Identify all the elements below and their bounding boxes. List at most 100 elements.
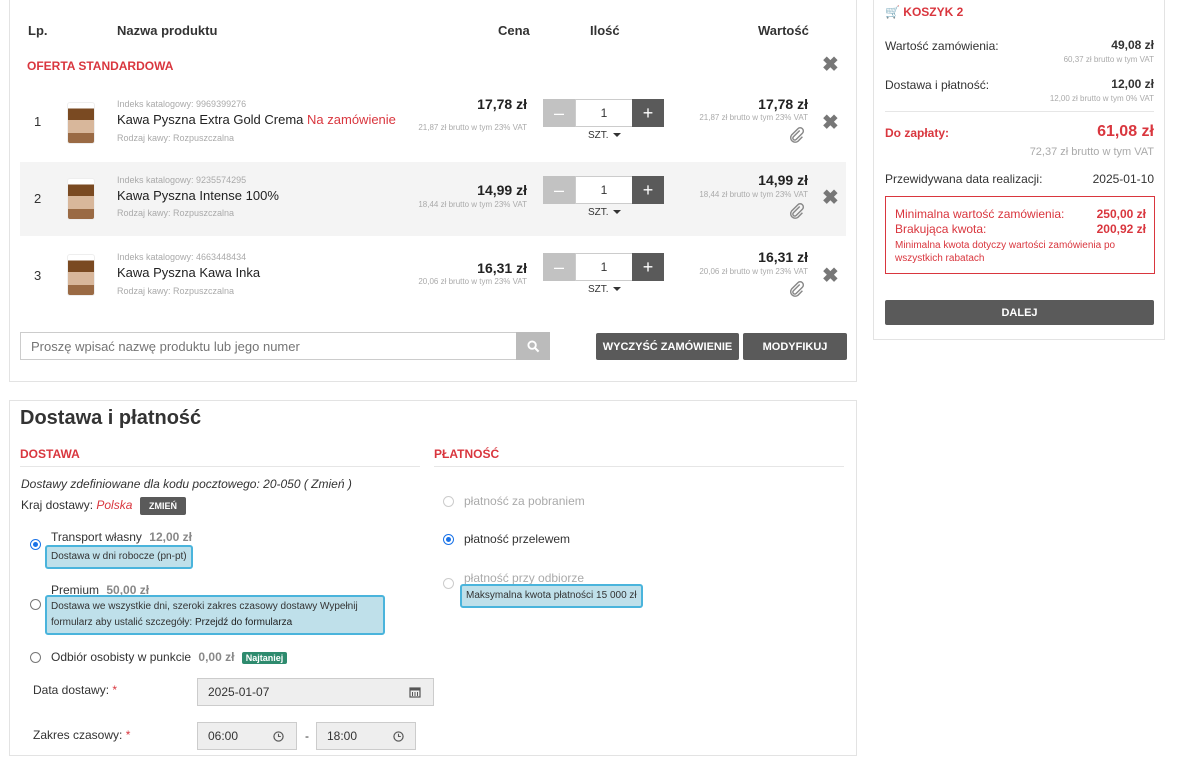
- delivery-cost-vat: 12,00 zł brutto w tym 0% VAT: [1049, 94, 1154, 103]
- unit-label[interactable]: SZT.: [588, 284, 609, 295]
- payment-option-cod[interactable]: płatność za pobraniem: [464, 494, 585, 508]
- row-value-vat: 21,87 zł brutto w tym 23% VAT: [699, 113, 808, 122]
- remove-item-icon[interactable]: ✖: [822, 266, 839, 286]
- remove-item-icon[interactable]: ✖: [822, 113, 839, 133]
- qty-decrease-button[interactable]: –: [543, 176, 575, 204]
- unit-select[interactable]: SZT.: [588, 130, 621, 141]
- delivery-cost-label: Dostawa i płatność:: [885, 78, 990, 92]
- cart-title-text: KOSZYK 2: [903, 5, 964, 19]
- delivery-title: Dostawa i płatność: [20, 407, 202, 429]
- col-header-price: Cena: [498, 23, 530, 38]
- row-value-vat: 18,44 zł brutto w tym 23% VAT: [699, 190, 808, 199]
- product-name[interactable]: Kawa Pyszna Kawa Inka: [117, 265, 260, 280]
- min-order-value: 250,00 zł: [1096, 207, 1146, 221]
- delivery-option-own-transport[interactable]: Transport własny 12,00 zł: [51, 530, 192, 544]
- option-name[interactable]: Transport własny: [51, 530, 142, 544]
- product-name-text[interactable]: Kawa Pyszna Extra Gold Crema: [117, 112, 303, 127]
- table-row: 1 Indeks katalogowy: 9969399276 Kawa Pys…: [20, 86, 846, 160]
- option-description: Dostawa w dni robocze (pn-pt): [45, 545, 193, 569]
- country-label: Kraj dostawy:: [21, 498, 94, 512]
- search-button[interactable]: [516, 332, 550, 360]
- col-header-name: Nazwa produktu: [117, 23, 218, 38]
- unit-select[interactable]: SZT.: [588, 207, 621, 218]
- cart-icon: 🛒: [885, 5, 900, 19]
- payment-radio-transfer[interactable]: [443, 534, 454, 545]
- required-mark: *: [125, 728, 131, 742]
- unit-select[interactable]: SZT.: [588, 284, 621, 295]
- next-button[interactable]: DALEJ: [885, 300, 1154, 325]
- form-link[interactable]: Przejdź do formularza: [195, 617, 292, 628]
- row-lp: 3: [34, 268, 42, 283]
- topay-value: 61,08 zł: [1097, 123, 1154, 140]
- product-image[interactable]: [67, 102, 95, 144]
- unit-price-vat: 20,06 zł brutto w tym 23% VAT: [418, 277, 527, 286]
- product-image[interactable]: [67, 178, 95, 220]
- clock-icon[interactable]: [273, 731, 284, 742]
- delivery-cost-value: 12,00 zł: [1111, 77, 1154, 91]
- delivery-radio-pickup[interactable]: [30, 652, 41, 663]
- unit-price: 14,99 zł: [477, 182, 527, 198]
- qty-input[interactable]: 1: [575, 253, 633, 281]
- product-name[interactable]: Kawa Pyszna Intense 100%: [117, 188, 279, 203]
- qty-input[interactable]: 1: [575, 176, 633, 204]
- clear-order-button[interactable]: WYCZYŚĆ ZAMÓWIENIE: [596, 333, 739, 360]
- chevron-down-icon: [612, 287, 621, 292]
- product-name[interactable]: Kawa Pyszna Extra Gold Crema Na zamówien…: [117, 112, 396, 127]
- divider: [20, 466, 420, 467]
- paperclip-icon[interactable]: [788, 280, 806, 298]
- unit-label[interactable]: SZT.: [588, 207, 609, 218]
- row-value-vat: 20,06 zł brutto w tym 23% VAT: [699, 267, 808, 276]
- change-country-button[interactable]: ZMIEŃ: [140, 497, 186, 515]
- qty-input[interactable]: 1: [575, 99, 633, 127]
- topay-vat: 72,37 zł brutto w tym VAT: [1029, 146, 1154, 158]
- remove-section-icon[interactable]: ✖: [822, 55, 839, 75]
- order-panel: Lp. Nazwa produktu Cena Ilość Wartość OF…: [9, 0, 857, 382]
- paperclip-icon[interactable]: [788, 126, 806, 144]
- calendar-icon[interactable]: [409, 686, 421, 698]
- country-line: Kraj dostawy: Polska: [21, 498, 132, 512]
- col-header-lp: Lp.: [28, 23, 48, 38]
- section-title: OFERTA STANDARDOWA: [27, 59, 174, 73]
- row-value: 17,78 zł: [758, 96, 808, 112]
- remove-item-icon[interactable]: ✖: [822, 188, 839, 208]
- modify-button[interactable]: MODYFIKUJ: [743, 333, 847, 360]
- option-description: Dostawa we wszystkie dni, szeroki zakres…: [45, 595, 385, 635]
- payment-section-title: PŁATNOŚĆ: [434, 447, 500, 461]
- realization-date: 2025-01-10: [1092, 172, 1154, 186]
- order-value: 49,08 zł: [1111, 38, 1154, 52]
- qty-decrease-button[interactable]: –: [543, 99, 575, 127]
- divider: [434, 466, 844, 467]
- product-index: Indeks katalogowy: 9235574295: [117, 175, 247, 185]
- payment-radio-cod[interactable]: [443, 496, 454, 507]
- payment-option-on-delivery[interactable]: płatność przy odbiorze: [464, 571, 584, 585]
- option-price: 0,00 zł: [198, 650, 235, 664]
- time-range-label: Zakres czasowy: *: [33, 728, 130, 742]
- divider: [885, 111, 1154, 112]
- required-mark: *: [112, 683, 118, 697]
- date-label-text: Data dostawy:: [33, 683, 110, 697]
- delivery-date-input[interactable]: 2025-01-07: [197, 678, 434, 706]
- time-label-text: Zakres czasowy:: [33, 728, 123, 742]
- cart-panel: 🛒 KOSZYK 2 Wartość zamówienia: 49,08 zł …: [873, 0, 1165, 340]
- qty-decrease-button[interactable]: –: [543, 253, 575, 281]
- realization-date-label: Przewidywana data realizacji:: [885, 172, 1043, 186]
- option-name[interactable]: Odbiór osobisty w punkcie: [51, 650, 191, 664]
- payment-radio-on-delivery[interactable]: [443, 578, 454, 589]
- delivery-radio-own-transport[interactable]: [30, 539, 41, 550]
- order-value-label: Wartość zamówienia:: [885, 39, 999, 53]
- product-search-input[interactable]: [20, 332, 517, 360]
- row-value: 16,31 zł: [758, 249, 808, 265]
- delivery-option-pickup[interactable]: Odbiór osobisty w punkcie 0,00 zł Najtan…: [51, 650, 288, 664]
- unit-price: 17,78 zł: [477, 96, 527, 112]
- postcode-text[interactable]: Dostawy zdefiniowane dla kodu pocztowego…: [21, 477, 352, 491]
- paperclip-icon[interactable]: [788, 202, 806, 220]
- min-order-alert: Minimalna wartość zamówienia: 250,00 zł …: [885, 196, 1155, 274]
- unit-label[interactable]: SZT.: [588, 130, 609, 141]
- row-lp: 2: [34, 191, 42, 206]
- product-attr: Rodzaj kawy: Rozpuszczalna: [117, 208, 235, 218]
- clock-icon[interactable]: [393, 731, 404, 742]
- payment-option-transfer[interactable]: płatność przelewem: [464, 532, 570, 546]
- cheapest-badge: Najtaniej: [241, 652, 288, 664]
- product-image[interactable]: [67, 254, 95, 296]
- delivery-radio-premium[interactable]: [30, 599, 41, 610]
